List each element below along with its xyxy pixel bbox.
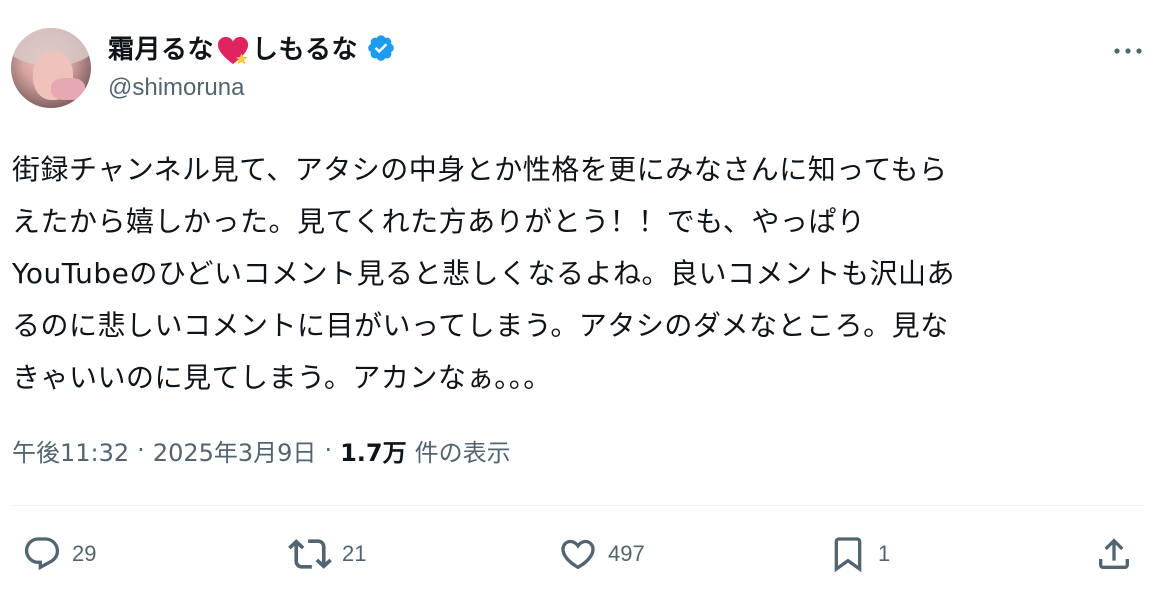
reply-button[interactable]: 29 [22,532,96,576]
tweet-meta: 午後11:32 · 2025年3月9日 · 1.7万 件の表示 [12,430,511,470]
bookmark-button[interactable]: 1 [828,532,890,576]
share-button[interactable] [1094,532,1134,576]
display-name-part2: しもるな [252,35,359,66]
author-block: 霜月るな しもるな @shimoruna [108,28,396,102]
meta-separator: · [324,436,333,464]
like-count: 497 [608,541,645,566]
views-count[interactable]: 1.7万 [340,433,407,468]
repost-count: 21 [342,541,367,566]
share-icon [1099,538,1129,569]
reply-count: 29 [72,541,97,566]
tweet-text: 街録チャンネル見て、アタシの中身とか性格を更にみなさんに知ってもら えたから嬉し… [12,153,956,394]
meta-separator: · [137,436,145,464]
tweet-date[interactable]: 2025年3月9日 [153,433,317,468]
more-options-icon [1114,48,1142,54]
like-icon [561,539,595,570]
verified-badge-icon [368,35,394,61]
repost-button[interactable]: 21 [288,532,366,576]
display-name-part1: 霜月るな [108,35,215,66]
like-button[interactable]: 497 [558,532,645,576]
display-name[interactable]: 霜月るな しもるな [108,29,358,67]
divider [12,505,1144,506]
tweet-time[interactable]: 午後11:32 [12,433,129,468]
reply-icon [24,537,60,571]
bookmark-count: 1 [878,541,891,566]
heart-emoji-icon [217,36,249,64]
avatar[interactable] [11,28,91,108]
repost-icon [288,539,332,569]
name-row[interactable]: 霜月るな しもるな [108,28,396,68]
views-label: 件の表示 [414,438,511,467]
author-handle[interactable]: @shimoruna [108,74,396,102]
bookmark-icon [834,537,862,573]
more-options-button[interactable] [1110,36,1146,66]
avatar-hand [51,78,85,100]
